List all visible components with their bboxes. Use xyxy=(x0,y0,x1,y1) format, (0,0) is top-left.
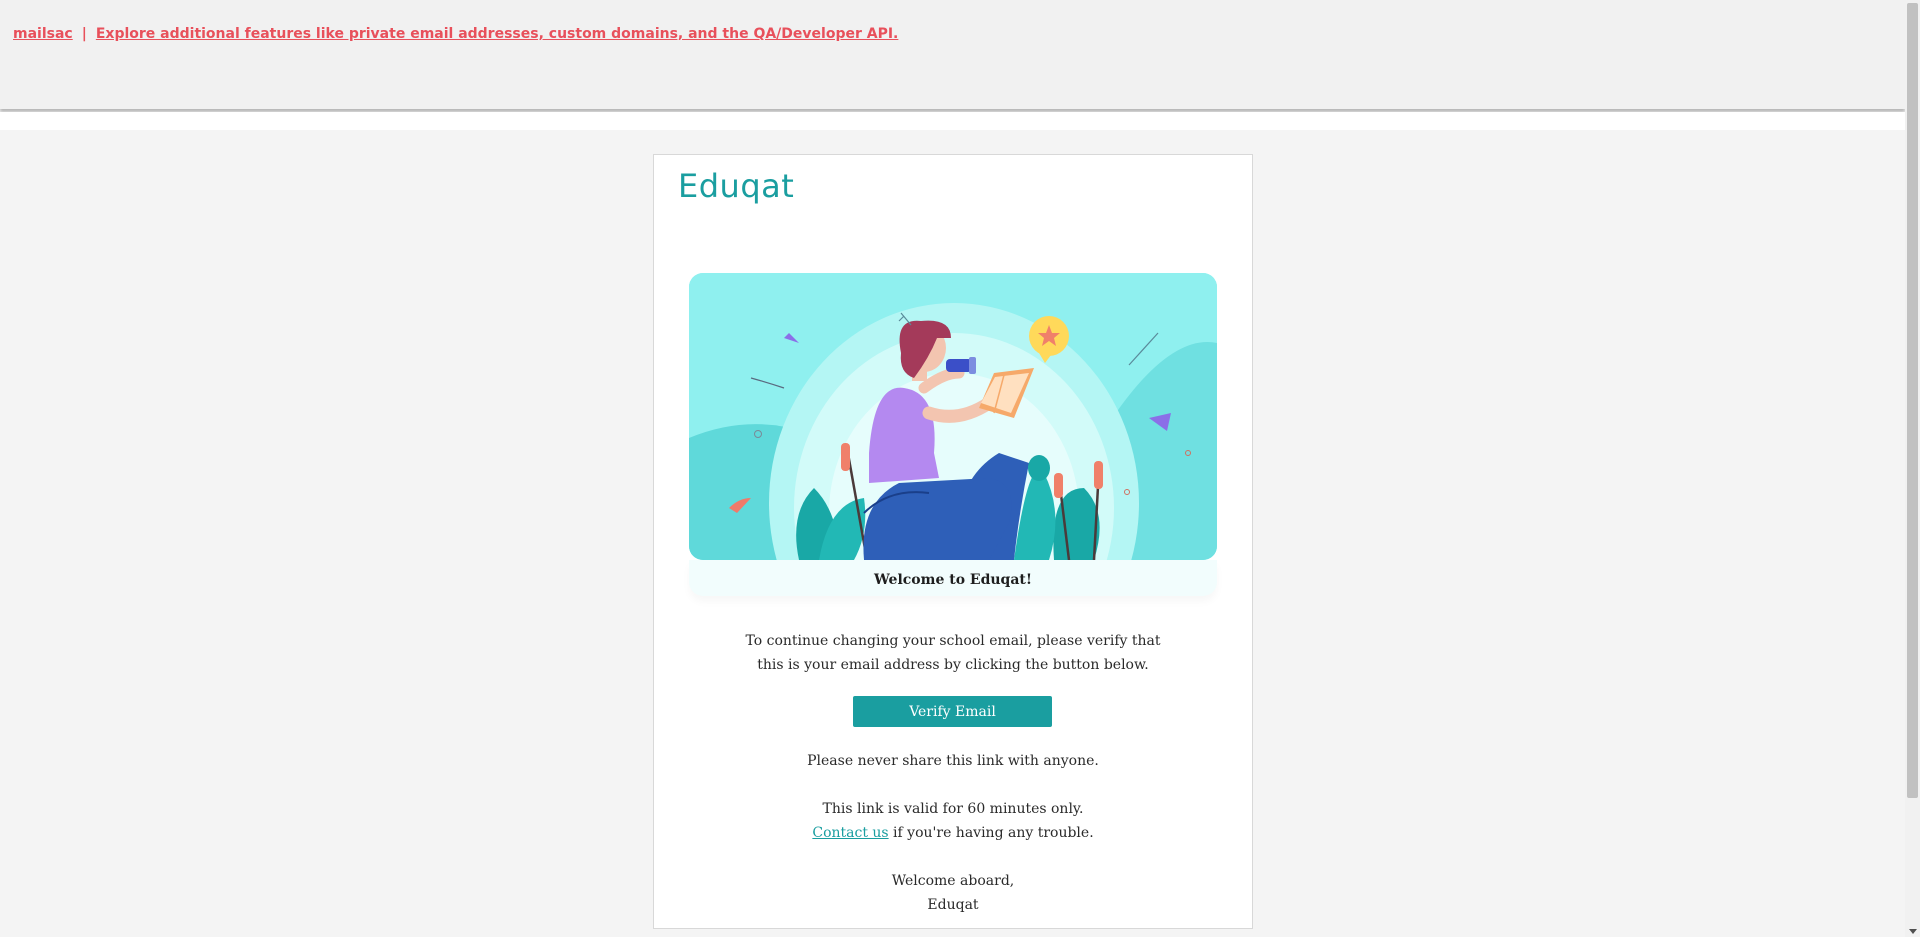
verify-email-button[interactable]: Verify Email xyxy=(853,696,1052,727)
scrollbar-thumb[interactable] xyxy=(1907,3,1918,798)
intro-line-2: this is your email address by clicking t… xyxy=(757,657,1149,673)
validity-paragraph: This link is valid for 60 minutes only. … xyxy=(654,797,1252,845)
contact-us-link[interactable]: Contact us xyxy=(812,825,888,841)
reading-woman-illustration xyxy=(689,273,1217,560)
intro-line-1: To continue changing your school email, … xyxy=(745,633,1161,649)
mailsac-topbar: mailsac | Explore additional features like… xyxy=(0,0,1905,109)
features-promo-link[interactable]: Explore additional features like private… xyxy=(96,26,899,42)
header-divider xyxy=(0,112,1905,130)
intro-paragraph: To continue changing your school email, … xyxy=(654,629,1252,677)
signoff: Welcome aboard, Eduqat xyxy=(654,869,1252,917)
eduqat-logo: Eduqat xyxy=(678,167,795,205)
hero-illustration xyxy=(689,273,1217,560)
hero-caption: Welcome to Eduqat! xyxy=(689,560,1217,596)
mailsac-home-link[interactable]: mailsac xyxy=(13,26,73,42)
contact-suffix: if you're having any trouble. xyxy=(888,825,1094,841)
scroll-down-arrow-icon[interactable] xyxy=(1909,929,1917,934)
topbar-links: mailsac | Explore additional features like… xyxy=(13,26,898,42)
share-warning: Please never share this link with anyone… xyxy=(807,753,1099,769)
signoff-greeting: Welcome aboard, xyxy=(891,873,1015,889)
signoff-name: Eduqat xyxy=(927,897,979,913)
page-scrollbar[interactable] xyxy=(1905,0,1920,937)
email-card: Eduqat Welcome to Eduqat! To continue ch… xyxy=(653,154,1253,929)
topbar-separator: | xyxy=(81,26,87,42)
validity-note: This link is valid for 60 minutes only. xyxy=(822,801,1084,817)
welcome-heading: Welcome to Eduqat! xyxy=(873,572,1033,588)
contact-line: Contact us if you're having any trouble. xyxy=(654,821,1252,845)
